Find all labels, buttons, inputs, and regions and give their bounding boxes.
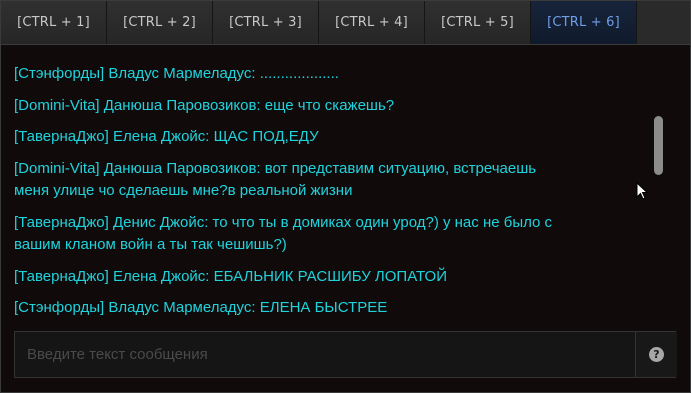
chat-message: [ТавернаДжо] Елена Джойс: ЕБАЛЬНИК РАСШИ…: [14, 267, 447, 285]
message-list: [Стэнфорды] Владус Мармеладус: .........…: [14, 63, 554, 329]
chat-message: [ТавернаДжо] Денис Джойс: то что ты в до…: [14, 213, 553, 254]
tab-bar-filler: [637, 1, 690, 44]
chat-message: [Стэнфорды] Владус Мармеладус: .........…: [14, 65, 339, 82]
tab-ctrl-4[interactable]: [CTRL + 4]: [319, 1, 425, 44]
tab-ctrl-6[interactable]: [CTRL + 6]: [531, 1, 637, 44]
tab-ctrl-2[interactable]: [CTRL + 2]: [107, 1, 213, 44]
tab-ctrl-3[interactable]: [CTRL + 3]: [213, 1, 319, 44]
chat-tabs: [CTRL + 1] [CTRL + 2] [CTRL + 3] [CTRL +…: [1, 1, 690, 45]
help-button[interactable]: ?: [635, 332, 677, 377]
question-icon: ?: [649, 347, 664, 362]
tab-ctrl-5[interactable]: [CTRL + 5]: [425, 1, 531, 44]
chat-message: [Стэнфорды] Владус Мармеладус: ЕЛЕНА БЫС…: [14, 299, 388, 316]
chat-message: [ТавернаДжо] Елена Джойс: ЩАС ПОД,ЕДУ: [14, 128, 319, 145]
message-scrollbar-thumb[interactable]: [654, 116, 663, 175]
tab-ctrl-1[interactable]: [CTRL + 1]: [1, 1, 107, 44]
chat-window: [CTRL + 1] [CTRL + 2] [CTRL + 3] [CTRL +…: [0, 0, 691, 393]
message-input-row: ?: [14, 331, 677, 378]
mouse-cursor-icon: [636, 182, 648, 200]
chat-message: [Domini-Vita] Данюша Паровозиков: еще чт…: [14, 96, 395, 114]
message-input[interactable]: [15, 332, 635, 377]
chat-message: [Domini-Vita] Данюша Паровозиков: вот пр…: [14, 159, 537, 200]
